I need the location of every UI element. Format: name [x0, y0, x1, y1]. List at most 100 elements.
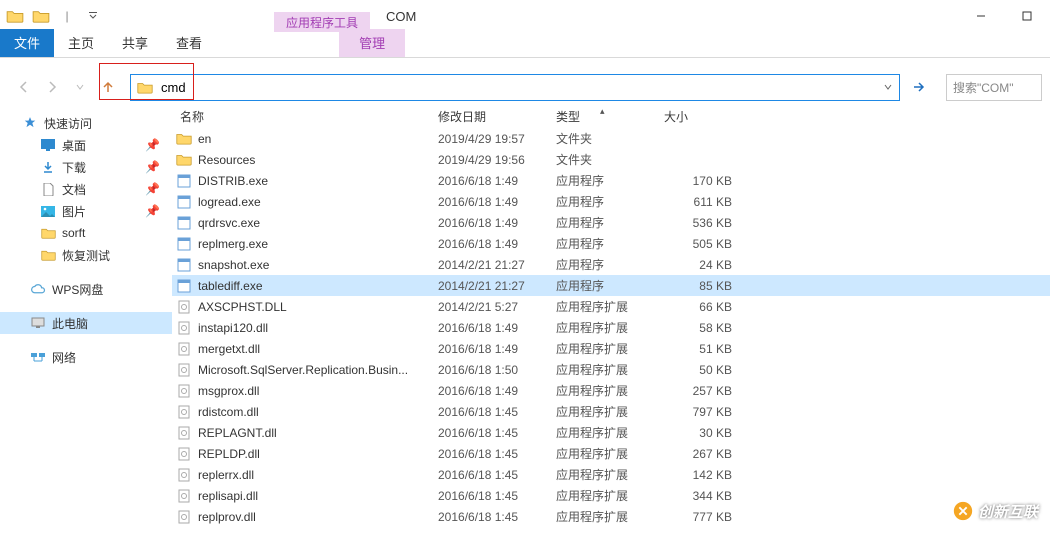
file-row[interactable]: Resources2019/4/29 19:56文件夹: [172, 149, 1050, 170]
col-size[interactable]: 大小: [664, 108, 736, 125]
file-name: REPLAGNT.dll: [198, 426, 277, 440]
sidebar-label: 网络: [52, 349, 76, 366]
file-row[interactable]: replisapi.dll2016/6/18 1:45应用程序扩展344 KB: [172, 485, 1050, 506]
file-name: msgprox.dll: [198, 384, 259, 398]
file-type: 应用程序扩展: [556, 298, 664, 315]
sidebar-wps[interactable]: WPS网盘: [0, 278, 172, 300]
sidebar-desktop[interactable]: 桌面 📌: [0, 134, 172, 156]
file-size: 58 KB: [664, 321, 736, 335]
sidebar-recover[interactable]: 恢复测试: [0, 244, 172, 266]
pin-icon: 📌: [145, 160, 160, 174]
file-row[interactable]: REPLDP.dll2016/6/18 1:45应用程序扩展267 KB: [172, 443, 1050, 464]
folder-icon: [40, 247, 56, 263]
file-row[interactable]: tablediff.exe2014/2/21 21:27应用程序85 KB: [172, 275, 1050, 296]
folder-icon: [40, 225, 56, 241]
sidebar-downloads[interactable]: 下载 📌: [0, 156, 172, 178]
qat-dropdown-icon[interactable]: [30, 5, 52, 27]
file-date: 2016/6/18 1:45: [438, 447, 556, 461]
pin-icon: 📌: [145, 204, 160, 218]
file-type: 应用程序: [556, 193, 664, 210]
tab-share[interactable]: 共享: [108, 29, 162, 57]
go-button[interactable]: [906, 74, 932, 101]
file-size: 66 KB: [664, 300, 736, 314]
sidebar-sorft[interactable]: sorft: [0, 222, 172, 244]
file-icon: [176, 320, 192, 336]
file-name: rdistcom.dll: [198, 405, 259, 419]
file-row[interactable]: replerrx.dll2016/6/18 1:45应用程序扩展142 KB: [172, 464, 1050, 485]
file-date: 2016/6/18 1:45: [438, 468, 556, 482]
file-icon: [176, 383, 192, 399]
sidebar-label: 文档: [62, 181, 86, 198]
file-icon: [176, 215, 192, 231]
forward-button[interactable]: [40, 75, 64, 99]
column-headers: 名称 修改日期 类型▴ 大小: [172, 104, 1050, 128]
file-row[interactable]: DISTRIB.exe2016/6/18 1:49应用程序170 KB: [172, 170, 1050, 191]
sidebar-quick-access[interactable]: 快速访问: [0, 112, 172, 134]
ribbon-tabs: 文件 主页 共享 查看 管理: [0, 32, 1050, 58]
file-icon: [176, 425, 192, 441]
file-name: instapi120.dll: [198, 321, 268, 335]
sidebar-documents[interactable]: 文档 📌: [0, 178, 172, 200]
file-row[interactable]: instapi120.dll 2016/6/18 1:49应用程序扩展58 KB: [172, 317, 1050, 338]
file-date: 2016/6/18 1:49: [438, 321, 556, 335]
tab-manage[interactable]: 管理: [339, 29, 405, 57]
maximize-button[interactable]: [1004, 1, 1050, 31]
document-icon: [40, 181, 56, 197]
file-row[interactable]: en2019/4/29 19:57文件夹: [172, 128, 1050, 149]
minimize-button[interactable]: [958, 1, 1004, 31]
logo-icon: [952, 500, 974, 522]
file-type: 文件夹: [556, 130, 664, 147]
file-size: 142 KB: [664, 468, 736, 482]
search-input[interactable]: 搜索"COM": [946, 74, 1042, 101]
titlebar: | 应用程序工具 COM: [0, 0, 1050, 32]
tab-view[interactable]: 查看: [162, 29, 216, 57]
file-list: 名称 修改日期 类型▴ 大小 en2019/4/29 19:57文件夹Resou…: [172, 104, 1050, 534]
file-row[interactable]: rdistcom.dll2016/6/18 1:45应用程序扩展797 KB: [172, 401, 1050, 422]
file-row[interactable]: AXSCPHST.DLL 2014/2/21 5:27应用程序扩展66 KB: [172, 296, 1050, 317]
file-date: 2016/6/18 1:45: [438, 405, 556, 419]
tab-file[interactable]: 文件: [0, 29, 54, 57]
sidebar-pictures[interactable]: 图片 📌: [0, 200, 172, 222]
file-row[interactable]: replprov.dll2016/6/18 1:45应用程序扩展777 KB: [172, 506, 1050, 527]
qat-customize-icon[interactable]: [82, 5, 104, 27]
file-icon: [176, 362, 192, 378]
sort-asc-icon: ▴: [600, 106, 605, 117]
search-placeholder: 搜索"COM": [953, 79, 1014, 96]
recent-dropdown[interactable]: [68, 75, 92, 99]
col-type[interactable]: 类型▴: [556, 108, 664, 125]
sidebar-this-pc[interactable]: 此电脑: [0, 312, 172, 334]
col-date[interactable]: 修改日期: [438, 108, 556, 125]
back-button[interactable]: [12, 75, 36, 99]
navbar: 搜索"COM": [0, 72, 1050, 102]
file-date: 2014/2/21 5:27: [438, 300, 556, 314]
file-row[interactable]: snapshot.exe2014/2/21 21:27应用程序24 KB: [172, 254, 1050, 275]
address-bar[interactable]: [130, 74, 900, 101]
file-row[interactable]: msgprox.dll2016/6/18 1:49应用程序扩展257 KB: [172, 380, 1050, 401]
file-icon: [176, 131, 192, 147]
file-size: 536 KB: [664, 216, 736, 230]
file-date: 2016/6/18 1:49: [438, 195, 556, 209]
pc-icon: [30, 315, 46, 331]
col-name[interactable]: 名称: [176, 108, 438, 125]
file-row[interactable]: Microsoft.SqlServer.Replication.Busin...…: [172, 359, 1050, 380]
file-type: 应用程序: [556, 256, 664, 273]
file-row[interactable]: REPLAGNT.dll2016/6/18 1:45应用程序扩展30 KB: [172, 422, 1050, 443]
file-row[interactable]: mergetxt.dll2016/6/18 1:49应用程序扩展51 KB: [172, 338, 1050, 359]
address-dropdown-icon[interactable]: [877, 75, 899, 100]
file-type: 应用程序扩展: [556, 466, 664, 483]
file-name: AXSCPHST.DLL: [198, 300, 287, 314]
file-type: 应用程序扩展: [556, 487, 664, 504]
file-size: 30 KB: [664, 426, 736, 440]
file-icon: [176, 194, 192, 210]
address-input[interactable]: [159, 75, 877, 100]
sidebar-network[interactable]: 网络: [0, 346, 172, 368]
file-icon: [176, 488, 192, 504]
file-row[interactable]: replmerg.exe2016/6/18 1:49应用程序505 KB: [172, 233, 1050, 254]
file-row[interactable]: logread.exe2016/6/18 1:49应用程序611 KB: [172, 191, 1050, 212]
file-row[interactable]: qrdrsvc.exe2016/6/18 1:49应用程序536 KB: [172, 212, 1050, 233]
file-type: 应用程序扩展: [556, 319, 664, 336]
file-date: 2016/6/18 1:49: [438, 216, 556, 230]
tab-home[interactable]: 主页: [54, 29, 108, 57]
file-name: qrdrsvc.exe: [198, 216, 260, 230]
up-button[interactable]: [96, 75, 120, 99]
